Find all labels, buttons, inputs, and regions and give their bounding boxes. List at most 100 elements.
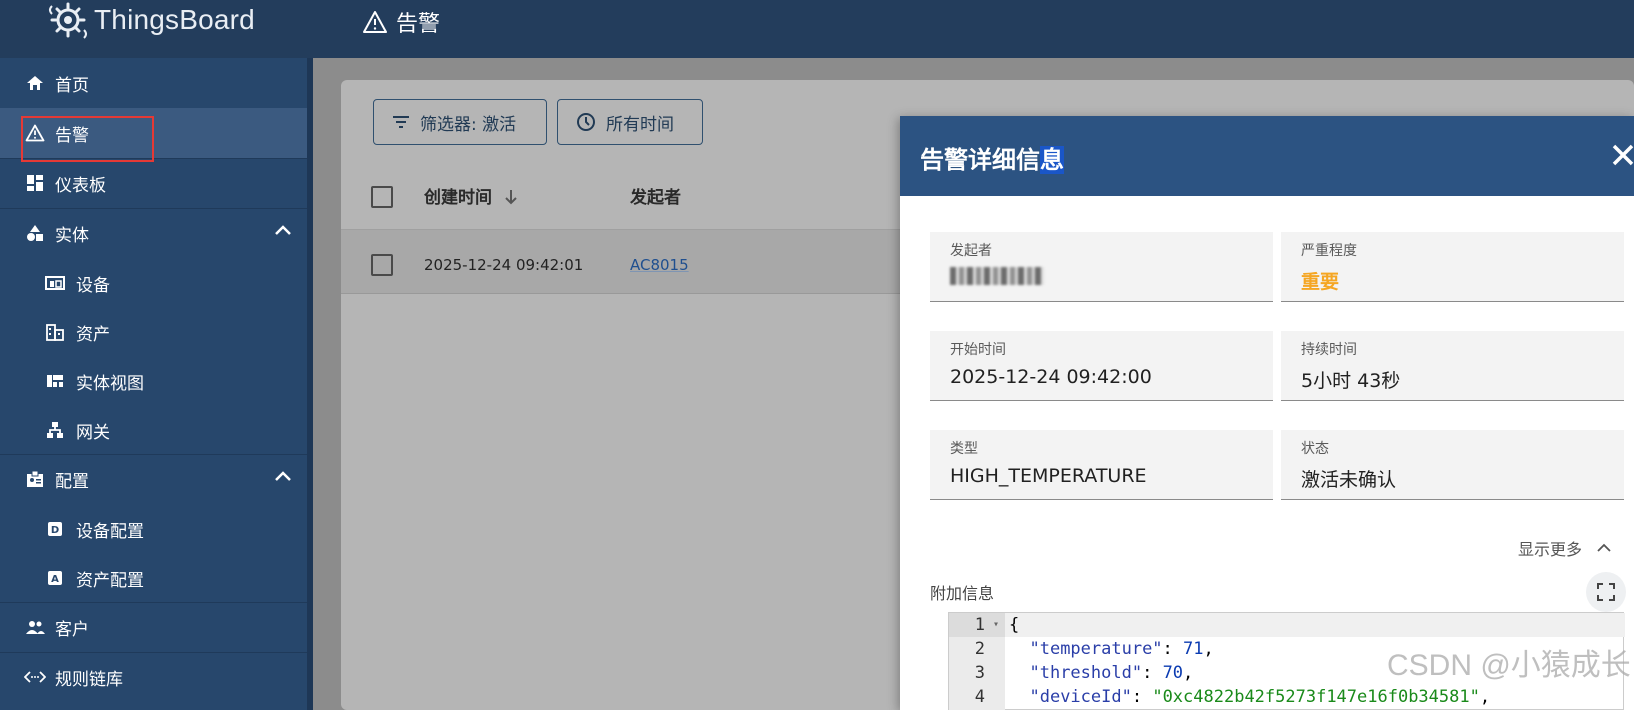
- sidebar-item-dashboards[interactable]: 仪表板: [0, 158, 307, 208]
- sidebar-item-profiles[interactable]: 配置: [0, 454, 307, 504]
- svg-text:A: A: [51, 574, 59, 585]
- close-icon[interactable]: [1608, 140, 1634, 170]
- arrow-down-icon: [505, 190, 517, 205]
- sidebar-item-label: 网关: [76, 422, 110, 443]
- chevron-up-icon: [1597, 543, 1611, 552]
- sidebar-item-label: 设备配置: [76, 521, 144, 542]
- field-label: 类型: [950, 441, 978, 457]
- time-range-button[interactable]: 所有时间: [557, 99, 703, 145]
- column-header-created-time[interactable]: 创建时间: [424, 183, 518, 208]
- sidebar-item-gateways[interactable]: 网关: [0, 405, 307, 455]
- sidebar-item-label: 客户: [55, 619, 89, 640]
- code-text: "temperature": 71,: [1029, 639, 1214, 659]
- sidebar-item-devices[interactable]: 设备: [0, 258, 307, 308]
- duration-field: 持续时间 5小时 43秒: [1281, 331, 1624, 401]
- sidebar-item-asset-profiles[interactable]: A 资产配置: [0, 553, 307, 603]
- line-number: 2: [974, 639, 985, 659]
- profile-icon: [24, 468, 46, 490]
- selected-text: 息: [1040, 146, 1064, 174]
- field-label: 状态: [1301, 441, 1329, 457]
- logo-text: ThingsBoard: [94, 4, 255, 35]
- field-label: 持续时间: [1301, 342, 1357, 358]
- sidebar-item-label: 首页: [55, 75, 89, 96]
- code-line: 1 ▾ {: [949, 613, 1625, 637]
- fullscreen-icon: [1597, 583, 1615, 601]
- sidebar-item-home[interactable]: 首页: [0, 58, 307, 108]
- sidebar-item-label: 资产: [76, 324, 110, 345]
- asset-profile-icon: A: [44, 567, 66, 589]
- entity-icon: [24, 222, 46, 244]
- status-field: 状态 激活未确认: [1281, 430, 1624, 500]
- sidebar-item-assets[interactable]: 资产: [0, 307, 307, 357]
- type-field: 类型 HIGH_TEMPERATURE: [930, 430, 1273, 500]
- sidebar-item-device-profiles[interactable]: D 设备配置: [0, 504, 307, 554]
- line-number: 4: [974, 687, 985, 707]
- filter-button[interactable]: 筛选器: 激活: [373, 99, 547, 145]
- dashboard-icon: [24, 172, 46, 194]
- fold-toggle-icon[interactable]: ▾: [993, 613, 999, 637]
- page-title-text: 告警: [396, 12, 441, 37]
- warning-icon: [363, 11, 387, 33]
- clock-icon: [577, 113, 595, 131]
- originator-field: 发起者: [930, 232, 1273, 302]
- field-label: 严重程度: [1301, 243, 1357, 259]
- asset-icon: [44, 321, 66, 343]
- field-label: 开始时间: [950, 342, 1006, 358]
- logo[interactable]: ThingsBoard: [46, 0, 255, 40]
- sidebar-item-customers[interactable]: 客户: [0, 602, 307, 652]
- code-line: 4 "deviceId": "0xc4822b42f5273f147e16f0b…: [949, 685, 1625, 709]
- originator-value-redacted: [950, 267, 1044, 290]
- gateway-icon: [44, 419, 66, 441]
- alarm-details-dialog: 告警详细信息 发起者 严重程度 重要 开始时间 2025-12-24 09:42…: [900, 116, 1634, 710]
- select-all-checkbox[interactable]: [371, 186, 393, 208]
- top-bar: ThingsBoard 告警: [0, 0, 1634, 58]
- sidebar-item-label: 实体: [55, 225, 89, 246]
- field-label: 发起者: [950, 243, 992, 259]
- dialog-header: 告警详细信息: [900, 116, 1634, 196]
- sidebar-item-label: 仪表板: [55, 175, 106, 196]
- start-time-field: 开始时间 2025-12-24 09:42:00: [930, 331, 1273, 401]
- severity-value: 重要: [1301, 271, 1340, 293]
- filter-button-label: 筛选器: 激活: [420, 114, 517, 135]
- fullscreen-button[interactable]: [1586, 572, 1626, 612]
- row-originator-link[interactable]: AC8015: [630, 256, 689, 274]
- chevron-up-icon[interactable]: [274, 470, 292, 482]
- device-profile-icon: D: [44, 518, 66, 540]
- sidebar-item-label: 资产配置: [76, 570, 144, 591]
- row-checkbox[interactable]: [371, 254, 393, 276]
- sidebar-item-label: 实体视图: [76, 373, 144, 394]
- sidebar-item-label: 规则链库: [55, 669, 123, 690]
- extra-info-label: 附加信息: [930, 584, 995, 603]
- status-value: 激活未确认: [1301, 469, 1397, 491]
- sidebar-item-label: 配置: [55, 471, 89, 492]
- sidebar-item-entity-views[interactable]: 实体视图: [0, 356, 307, 406]
- entity-view-icon: [44, 370, 66, 392]
- sidebar-item-rule-chains[interactable]: 规则链库: [0, 652, 307, 702]
- duration-value: 5小时 43秒: [1301, 370, 1401, 392]
- sidebar-item-entities[interactable]: 实体: [0, 208, 307, 258]
- start-time-value: 2025-12-24 09:42:00: [950, 366, 1152, 388]
- customers-icon: [24, 616, 46, 638]
- time-range-button-label: 所有时间: [606, 114, 674, 135]
- dialog-title: 告警详细信息: [920, 146, 1064, 174]
- watermark: CSDN @小猿成长: [1387, 649, 1631, 682]
- svg-text:D: D: [51, 525, 59, 536]
- column-header-label: 创建时间: [424, 188, 492, 208]
- show-more-button[interactable]: 显示更多: [1518, 536, 1612, 560]
- sidebar-item-label: 设备: [76, 275, 110, 296]
- severity-field: 严重程度 重要: [1281, 232, 1624, 302]
- row-created-time: 2025-12-24 09:42:01: [424, 256, 584, 274]
- code-text: "deviceId": "0xc4822b42f5273f147e16f0b34…: [1029, 687, 1491, 707]
- filter-icon: [393, 116, 409, 128]
- show-more-label: 显示更多: [1518, 540, 1583, 559]
- annotation-highlight-box: [21, 116, 154, 162]
- column-header-originator[interactable]: 发起者: [630, 183, 681, 208]
- code-text: "threshold": 70,: [1029, 663, 1194, 683]
- line-number: 3: [974, 663, 985, 683]
- rule-chain-icon: [24, 666, 46, 688]
- chevron-up-icon[interactable]: [274, 224, 292, 236]
- type-value: HIGH_TEMPERATURE: [950, 465, 1147, 487]
- code-text: {: [1009, 615, 1020, 635]
- page-title: 告警: [362, 6, 440, 38]
- thingsboard-logo-icon: [49, 2, 87, 39]
